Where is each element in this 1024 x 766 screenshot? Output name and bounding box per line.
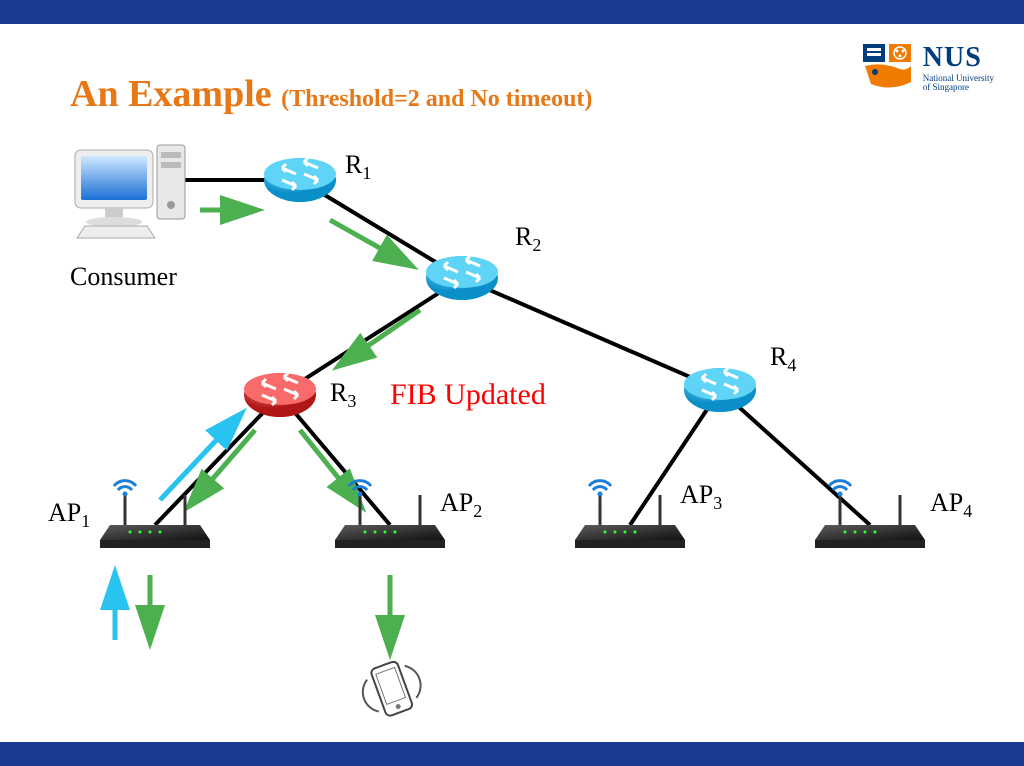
arrow-r3-ap2 bbox=[300, 430, 360, 505]
router-r3 bbox=[244, 373, 316, 417]
arrow-r3-ap1 bbox=[190, 430, 255, 505]
router-r2 bbox=[426, 256, 498, 300]
ap1-label: AP1 bbox=[48, 498, 90, 532]
r1-label: R1 bbox=[345, 150, 371, 184]
r4-label: R4 bbox=[770, 342, 796, 376]
ap3-label: AP3 bbox=[680, 480, 722, 514]
ap1-icon bbox=[100, 481, 210, 548]
router-r1 bbox=[264, 158, 336, 202]
router-r4 bbox=[684, 368, 756, 412]
r3-label: R3 bbox=[330, 378, 356, 412]
fib-updated-label: FIB Updated bbox=[390, 378, 546, 412]
link-r2-r4 bbox=[462, 278, 720, 390]
ap2-label: AP2 bbox=[440, 488, 482, 522]
consumer-label: Consumer bbox=[70, 262, 177, 292]
arrow-r2-r3 bbox=[340, 310, 420, 365]
arrow-r1-r2 bbox=[330, 220, 410, 265]
r2-label: R2 bbox=[515, 222, 541, 256]
phone-icon bbox=[355, 655, 427, 722]
link-r4-ap4 bbox=[720, 390, 870, 525]
consumer-icon bbox=[75, 145, 185, 238]
link-r3-ap1 bbox=[155, 395, 280, 525]
ap4-label: AP4 bbox=[930, 488, 972, 522]
ap3-icon bbox=[575, 481, 685, 548]
